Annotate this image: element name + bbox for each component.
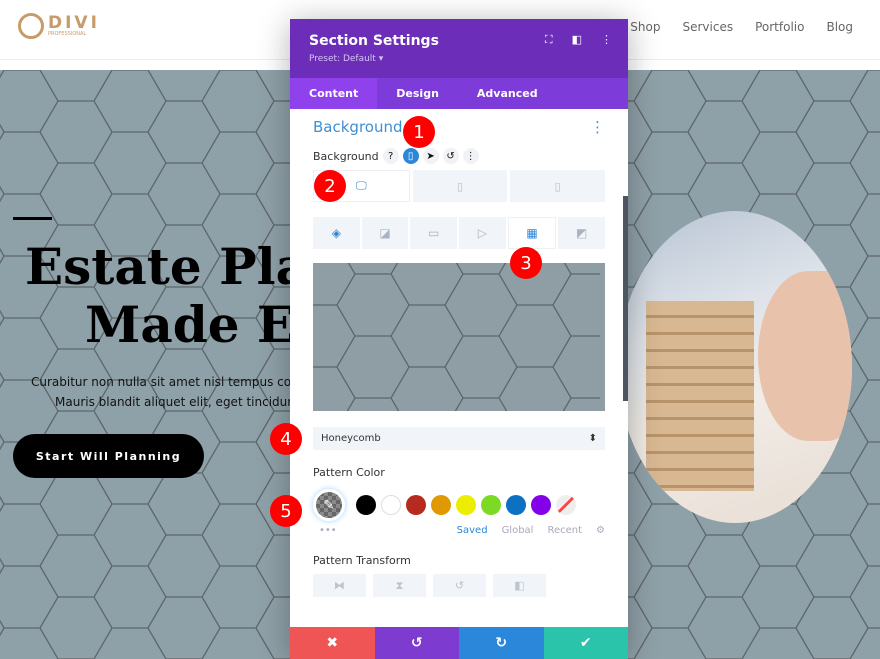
gradient-icon: ◪ — [379, 226, 391, 240]
palette-settings-gear-icon[interactable]: ⚙ — [596, 525, 605, 536]
pattern-preview — [313, 263, 605, 411]
desktop-icon: 🖵 — [356, 179, 367, 192]
pattern-transform-label: Pattern Transform — [313, 554, 411, 567]
flip-vertical-icon: ⧗ — [395, 578, 404, 592]
swatch-orange[interactable] — [431, 495, 451, 515]
step-badge-3: 3 — [510, 247, 542, 279]
step-badge-4: 4 — [270, 423, 302, 455]
image-icon: ▭ — [428, 226, 440, 240]
more-icon[interactable]: ⋮ — [462, 148, 479, 164]
swatch-blue[interactable] — [506, 495, 526, 515]
responsive-icon[interactable]: ▯ — [402, 148, 419, 164]
nav-shop[interactable]: Shop — [630, 20, 660, 34]
fullscreen-icon[interactable]: ⛶ — [545, 33, 553, 47]
title-dash — [13, 217, 52, 220]
bg-pattern-tab[interactable]: ▦ — [507, 217, 557, 249]
cancel-button[interactable]: ✖ — [290, 627, 375, 659]
rotate-icon: ↺ — [454, 579, 465, 592]
swatch-red[interactable] — [406, 495, 426, 515]
logo[interactable]: DIVI PROFESSIONAL — [18, 13, 100, 39]
background-section-title[interactable]: Background — [313, 118, 403, 136]
paint-bucket-icon: ◈ — [331, 226, 341, 240]
logo-mark-icon — [18, 13, 44, 39]
step-badge-2: 2 — [314, 170, 346, 202]
redo-button[interactable]: ↻ — [459, 627, 544, 659]
split-view-icon[interactable]: ◧ — [572, 33, 582, 47]
global-colors-tab[interactable]: Global — [502, 525, 534, 536]
close-icon: ✖ — [326, 635, 339, 651]
eyedropper-color-picker-icon[interactable]: ✎ — [313, 489, 345, 521]
modal-header: Section Settings Preset: Default ▾ ⛶ ◧ ⋮ — [290, 19, 628, 78]
undo-icon: ↺ — [410, 635, 423, 651]
section-settings-modal: Section Settings Preset: Default ▾ ⛶ ◧ ⋮ C… — [290, 19, 628, 659]
hero-paragraph: Curabitur non nulla sit amet nisl tempus… — [31, 375, 306, 409]
phone-tab[interactable]: ▯ — [510, 170, 606, 202]
pattern-color-label: Pattern Color — [313, 466, 385, 479]
bg-image-tab[interactable]: ▭ — [410, 217, 458, 249]
swatch-transparent-icon[interactable] — [556, 495, 576, 515]
redo-icon: ↻ — [495, 635, 508, 651]
background-label: Background — [313, 149, 379, 163]
pattern-icon: ▦ — [526, 226, 538, 240]
bg-color-tab[interactable]: ◈ — [313, 217, 360, 249]
tab-advanced[interactable]: Advanced — [458, 78, 557, 109]
more-options-icon[interactable]: ⋮ — [601, 33, 612, 47]
saved-colors-tab[interactable]: Saved — [457, 525, 488, 536]
more-colors-icon[interactable]: ••• — [313, 525, 337, 536]
flip-horizontal-icon: ⧓ — [334, 579, 345, 592]
step-badge-1: 1 — [403, 116, 435, 148]
tab-design[interactable]: Design — [377, 78, 458, 109]
reset-icon[interactable]: ↺ — [442, 148, 459, 164]
swatch-purple[interactable] — [531, 495, 551, 515]
nav-portfolio[interactable]: Portfolio — [755, 20, 804, 34]
recent-colors-tab[interactable]: Recent — [547, 525, 582, 536]
modal-footer: ✖ ↺ ↻ ✔ — [290, 627, 628, 659]
nav-blog[interactable]: Blog — [826, 20, 853, 34]
video-icon: ▷ — [477, 226, 487, 240]
tablet-icon: ▯ — [456, 179, 464, 193]
select-arrows-icon: ⬍ — [588, 433, 597, 444]
check-icon: ✔ — [579, 635, 592, 651]
logo-text: DIVI — [48, 12, 100, 33]
main-nav: Shop Services Portfolio Blog — [630, 20, 853, 34]
flip-vertical-button[interactable]: ⧗ — [373, 574, 426, 597]
swatch-green[interactable] — [481, 495, 501, 515]
hover-cursor-icon[interactable]: ➤ — [422, 148, 439, 164]
tab-content[interactable]: Content — [290, 78, 378, 109]
modal-tabs: Content Design Advanced — [290, 78, 628, 109]
swatch-black[interactable] — [356, 495, 376, 515]
start-will-planning-button[interactable]: Start Will Planning — [13, 434, 204, 478]
pattern-select[interactable]: Honeycomb ⬍ — [313, 427, 605, 450]
invert-icon: ◧ — [514, 579, 525, 592]
phone-icon: ▯ — [554, 179, 561, 193]
tablet-tab[interactable]: ▯ — [412, 170, 508, 202]
bg-gradient-tab[interactable]: ◪ — [361, 217, 409, 249]
bg-mask-tab[interactable]: ◩ — [558, 217, 606, 249]
section-options-icon[interactable]: ⋮ — [590, 118, 605, 136]
bg-video-tab[interactable]: ▷ — [459, 217, 506, 249]
undo-button[interactable]: ↺ — [374, 627, 459, 659]
mask-icon: ◩ — [576, 226, 588, 240]
help-icon[interactable]: ? — [382, 148, 399, 164]
preset-dropdown[interactable]: Preset: Default ▾ — [309, 54, 609, 64]
flip-horizontal-button[interactable]: ⧓ — [313, 574, 366, 597]
hero-image — [618, 211, 852, 523]
rotate-button[interactable]: ↺ — [433, 574, 486, 597]
swatch-white[interactable] — [381, 495, 401, 515]
nav-services[interactable]: Services — [682, 20, 733, 34]
invert-button[interactable]: ◧ — [493, 574, 546, 597]
step-badge-5: 5 — [270, 495, 302, 527]
modal-scrollbar[interactable] — [623, 196, 628, 401]
swatch-yellow[interactable] — [456, 495, 476, 515]
color-swatches: ✎ — [313, 489, 605, 521]
save-button[interactable]: ✔ — [543, 627, 628, 659]
